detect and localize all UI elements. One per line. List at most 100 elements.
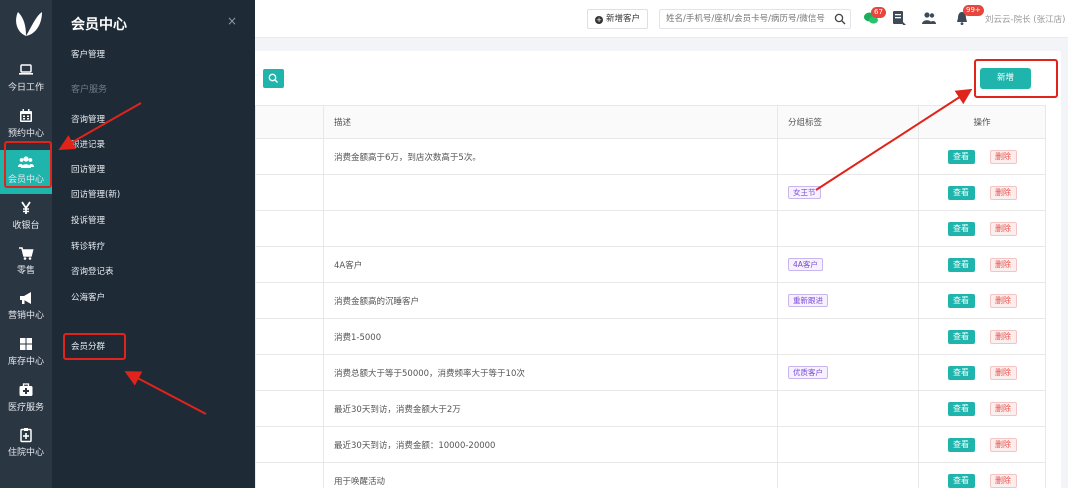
megaphone-icon	[20, 292, 31, 304]
close-icon[interactable]: ×	[227, 14, 237, 28]
medkit-icon	[19, 383, 33, 396]
rail-item-0[interactable]: 今日工作	[0, 58, 52, 102]
rail-item-3[interactable]: 收银台	[0, 196, 52, 240]
rail-item-label: 住院中心	[7, 448, 44, 458]
rail-item-label: 零售	[16, 266, 35, 276]
view-button[interactable]: 查看	[947, 149, 975, 164]
search-button[interactable]	[263, 69, 284, 88]
table-row: 4A客户 4A客户 查看 删除	[255, 246, 1046, 283]
table-row: 查看 删除	[255, 210, 1046, 247]
cell-actions: 查看 删除	[918, 210, 1046, 247]
cell-name	[255, 426, 324, 463]
menu-consult-management[interactable]: 咨询管理	[71, 113, 105, 125]
cell-name	[255, 318, 324, 355]
delete-button[interactable]: 删除	[989, 437, 1017, 452]
cell-group-tag	[777, 390, 919, 427]
cell-description: 最近30天到访，消费金额大于2万	[323, 390, 778, 427]
user-menu[interactable]: 刘云云-院长 (张江店)	[985, 13, 1065, 25]
message-badge: 67	[871, 7, 886, 18]
cell-actions: 查看 删除	[918, 318, 1046, 355]
table-row: 用于唤醒活动 查看 删除	[255, 462, 1046, 488]
cell-description: 消费金额高于6万，到店次数高于5次。	[323, 138, 778, 175]
cell-description: 消费金额高的沉睡客户	[323, 282, 778, 319]
column-header-description: 描述	[323, 105, 778, 139]
clipboard-icon	[20, 428, 32, 443]
rail-item-4[interactable]: 零售	[0, 241, 52, 285]
rail-item-7[interactable]: 医疗服务	[0, 378, 52, 422]
cell-name	[255, 210, 324, 247]
menu-section-customer-service: 客户服务	[71, 85, 108, 95]
grid-icon	[20, 338, 32, 350]
cell-group-tag: 优质客户	[777, 354, 919, 391]
menu-complaint-management[interactable]: 投诉管理	[71, 214, 105, 226]
menu-revisit-management-new[interactable]: 回访管理(新)	[71, 188, 120, 200]
cell-actions: 查看 删除	[918, 390, 1046, 427]
delete-button[interactable]: 删除	[989, 293, 1017, 308]
annotation-highlight-member-group	[63, 333, 126, 360]
delete-button[interactable]: 删除	[989, 221, 1017, 236]
table-row: 消费总额大于等于50000，消费频率大于等于10次 优质客户 查看 删除	[255, 354, 1046, 391]
annotation-highlight-new-button	[974, 59, 1058, 98]
document-icon[interactable]	[891, 10, 907, 26]
table-header-row: 描述 分组标签 操作	[255, 105, 1046, 139]
menu-revisit-management[interactable]: 回访管理	[71, 163, 105, 175]
table-row: 消费金额高于6万，到店次数高于5次。 查看 删除	[255, 138, 1046, 175]
rail-item-label: 收银台	[12, 221, 40, 231]
cell-group-tag	[777, 318, 919, 355]
cell-group-tag	[777, 138, 919, 175]
cell-name	[255, 390, 324, 427]
view-button[interactable]: 查看	[947, 401, 975, 416]
member-group-table: 描述 分组标签 操作 消费金额高于6万，到店次数高于5次。 查看 删除 女王节 查看 删除…	[255, 105, 1046, 488]
annotation-highlight-member-center	[4, 141, 52, 188]
cell-description: 用于唤醒活动	[323, 462, 778, 488]
delete-button[interactable]: 删除	[989, 185, 1017, 200]
menu-consult-log[interactable]: 咨询登记表	[71, 265, 114, 277]
view-button[interactable]: 查看	[947, 329, 975, 344]
view-button[interactable]: 查看	[947, 365, 975, 380]
notification-badge: 99+	[963, 5, 984, 16]
add-customer-button[interactable]: + 新增客户	[587, 9, 649, 29]
search-icon	[268, 73, 278, 83]
view-button[interactable]: 查看	[947, 473, 975, 488]
table-row: 女王节 查看 删除	[255, 174, 1046, 211]
rail-item-label: 库存中心	[7, 357, 44, 367]
delete-button[interactable]: 删除	[989, 365, 1017, 380]
menu-public-customer[interactable]: 公海客户	[71, 291, 105, 303]
delete-button[interactable]: 删除	[989, 257, 1017, 272]
cell-description: 最近30天到访，消费金额：10000-20000	[323, 426, 778, 463]
search-icon[interactable]	[834, 13, 846, 25]
customer-search-input[interactable]	[660, 10, 828, 28]
menu-transfer[interactable]: 转诊转疗	[71, 240, 105, 252]
view-button[interactable]: 查看	[947, 437, 975, 452]
view-button[interactable]: 查看	[947, 185, 975, 200]
rail-item-5[interactable]: 营销中心	[0, 286, 52, 330]
menu-customer-management[interactable]: 客户管理	[71, 48, 105, 60]
view-button[interactable]: 查看	[947, 221, 975, 236]
cell-actions: 查看 删除	[918, 426, 1046, 463]
table-row: 最近30天到访，消费金额：10000-20000 查看 删除	[255, 426, 1046, 463]
rail-item-label: 今日工作	[7, 83, 44, 93]
rail-item-label: 医疗服务	[7, 403, 44, 413]
cell-description: 消费1-5000	[323, 318, 778, 355]
table-row: 消费金额高的沉睡客户 重新跟进 查看 删除	[255, 282, 1046, 319]
rail-item-8[interactable]: 住院中心	[0, 423, 52, 467]
team-icon[interactable]	[921, 10, 937, 26]
table-row: 消费1-5000 查看 删除	[255, 318, 1046, 355]
cell-group-tag	[777, 210, 919, 247]
view-button[interactable]: 查看	[947, 257, 975, 272]
rail-item-label: 营销中心	[7, 311, 44, 321]
delete-button[interactable]: 删除	[989, 401, 1017, 416]
view-button[interactable]: 查看	[947, 293, 975, 308]
column-header-actions: 操作	[918, 105, 1046, 139]
cell-actions: 查看 删除	[918, 138, 1046, 175]
delete-button[interactable]: 删除	[989, 329, 1017, 344]
delete-button[interactable]: 删除	[989, 473, 1017, 488]
table-row: 最近30天到访，消费金额大于2万 查看 删除	[255, 390, 1046, 427]
delete-button[interactable]: 删除	[989, 149, 1017, 164]
menu-followup-record[interactable]: 跟进记录	[71, 138, 105, 150]
cart-icon	[19, 247, 34, 260]
cell-group-tag: 重新跟进	[777, 282, 919, 319]
cell-actions: 查看 删除	[918, 174, 1046, 211]
rail-item-6[interactable]: 库存中心	[0, 332, 52, 376]
cell-description: 消费总额大于等于50000，消费频率大于等于10次	[323, 354, 778, 391]
